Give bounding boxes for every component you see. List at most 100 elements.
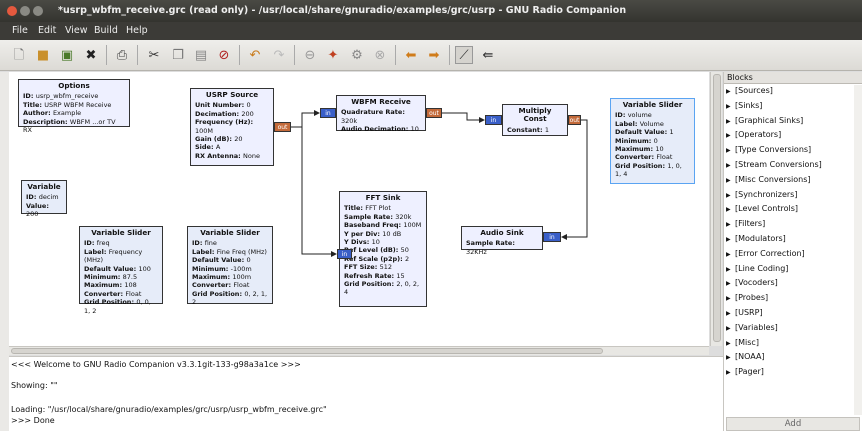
menu-help[interactable]: Help: [126, 25, 148, 36]
block-category-item[interactable]: ▶ [Variables]: [724, 321, 862, 336]
block-category-item[interactable]: ▶ [Stream Conversions]: [724, 158, 862, 173]
expand-arrow-icon[interactable]: ▶: [726, 174, 735, 189]
block-category-item[interactable]: ▶ [Operators]: [724, 128, 862, 143]
usrp-source-out-port[interactable]: out: [274, 122, 291, 132]
add-block-button[interactable]: Add: [726, 417, 860, 431]
expand-arrow-icon[interactable]: ▶: [726, 115, 735, 130]
expand-arrow-icon[interactable]: ▶: [726, 307, 735, 322]
delete-icon[interactable]: ⊘: [215, 46, 233, 64]
minimize-window-button[interactable]: [20, 6, 30, 16]
menu-file[interactable]: File: [12, 25, 28, 36]
expand-arrow-icon[interactable]: ▶: [726, 189, 735, 204]
menu-view[interactable]: View: [65, 25, 88, 36]
block-audio-sink[interactable]: Audio Sink Sample Rate: 32KHz: [461, 226, 543, 256]
expand-arrow-icon[interactable]: ▶: [726, 85, 735, 100]
multiply-in-port[interactable]: in: [485, 115, 502, 125]
block-category-item[interactable]: ▶ [Modulators]: [724, 232, 862, 247]
expand-arrow-icon[interactable]: ▶: [726, 351, 735, 366]
block-category-item[interactable]: ▶ [Graphical Sinks]: [724, 114, 862, 129]
rotate-left-icon[interactable]: ⬅: [402, 46, 420, 64]
flow-graph-canvas[interactable]: Options ID: usrp_wbfm_receive Title: USR…: [9, 72, 709, 346]
print-icon[interactable]: ⎙: [113, 46, 131, 64]
block-fft-sink[interactable]: FFT Sink Title: FFT Plot Sample Rate: 32…: [339, 191, 427, 307]
paste-icon[interactable]: ▤: [192, 46, 210, 64]
menu-edit[interactable]: Edit: [38, 25, 56, 36]
block-category-item[interactable]: ▶ [Type Conversions]: [724, 143, 862, 158]
block-category-label: [Level Controls]: [735, 204, 798, 214]
expand-arrow-icon[interactable]: ▶: [726, 292, 735, 307]
expand-arrow-icon[interactable]: ▶: [726, 263, 735, 278]
wbfm-in-port[interactable]: in: [320, 108, 336, 118]
block-category-item[interactable]: ▶ [USRP]: [724, 306, 862, 321]
close-window-button[interactable]: [7, 6, 17, 16]
new-file-icon[interactable]: 🗋: [10, 46, 28, 64]
cut-icon[interactable]: ✂: [145, 46, 163, 64]
canvas-vertical-scrollbar[interactable]: [710, 72, 722, 346]
block-category-item[interactable]: ▶ [Probes]: [724, 291, 862, 306]
close-x-icon[interactable]: ✖: [82, 46, 100, 64]
kill-icon[interactable]: ⊗: [371, 46, 389, 64]
block-variable-slider-freq[interactable]: Variable Slider ID: freq Label: Frequenc…: [79, 226, 163, 315]
block-prop: Description: WBFM ...or TV RX: [23, 117, 116, 135]
blocks-panel-scrollbar[interactable]: [854, 85, 862, 415]
block-category-label: [Synchronizers]: [735, 189, 798, 199]
expand-arrow-icon[interactable]: ▶: [726, 322, 735, 337]
expand-arrow-icon[interactable]: ▶: [726, 159, 735, 174]
open-folder-icon[interactable]: ■: [34, 46, 52, 64]
block-category-item[interactable]: ▶ [Misc Conversions]: [724, 173, 862, 188]
block-category-item[interactable]: ▶ [Misc]: [724, 336, 862, 351]
generate-icon[interactable]: ✦: [324, 46, 342, 64]
block-category-item[interactable]: ▶ [Sinks]: [724, 99, 862, 114]
block-options[interactable]: Options ID: usrp_wbfm_receive Title: USR…: [18, 79, 130, 134]
fft-in-port[interactable]: in: [337, 249, 352, 259]
copy-icon[interactable]: ❐: [169, 46, 187, 64]
block-category-item[interactable]: ▶ [Vocoders]: [724, 276, 862, 291]
block-multiply-const[interactable]: Multiply Const Constant: 1: [502, 104, 568, 136]
disable-icon[interactable]: ⊖: [301, 46, 319, 64]
block-category-item[interactable]: ▶ [NOAA]: [724, 350, 862, 365]
block-category-item[interactable]: ▶ [Level Controls]: [724, 202, 862, 217]
expand-arrow-icon[interactable]: ▶: [726, 337, 735, 352]
block-category-item[interactable]: ▶ [Line Coding]: [724, 262, 862, 277]
expand-arrow-icon[interactable]: ▶: [726, 233, 735, 248]
block-category-item[interactable]: ▶ [Filters]: [724, 217, 862, 232]
rotate-right-icon[interactable]: ➡: [425, 46, 443, 64]
block-title: Audio Sink: [480, 228, 524, 237]
block-title: Variable Slider: [622, 100, 683, 109]
expand-arrow-icon[interactable]: ▶: [726, 248, 735, 263]
wbfm-out-port[interactable]: out: [426, 108, 442, 118]
console-line: >>> Done: [11, 416, 55, 425]
canvas-horizontal-scrollbar[interactable]: [9, 346, 709, 355]
block-wbfm-receive[interactable]: WBFM Receive Quadrature Rate: 320k Audio…: [336, 95, 426, 133]
block-usrp-source[interactable]: USRP Source Unit Number: 0 Decimation: 2…: [190, 88, 274, 166]
expand-arrow-icon[interactable]: ▶: [726, 100, 735, 115]
menu-bar: File Edit View Build Help: [0, 22, 862, 40]
execute-icon[interactable]: ⚙: [348, 46, 366, 64]
block-category-item[interactable]: ▶ [Synchronizers]: [724, 188, 862, 203]
block-category-item[interactable]: ▶ [Pager]: [724, 365, 862, 380]
connection-usrp-to-wbfm: [291, 112, 314, 128]
expand-arrow-icon[interactable]: ▶: [726, 203, 735, 218]
expand-arrow-icon[interactable]: ▶: [726, 277, 735, 292]
maximize-window-button[interactable]: [33, 6, 43, 16]
expand-arrow-icon[interactable]: ▶: [726, 144, 735, 159]
audio-sink-in-port[interactable]: in: [543, 232, 561, 242]
expand-arrow-icon[interactable]: ▶: [726, 218, 735, 233]
block-category-item[interactable]: ▶ [Sources]: [724, 84, 862, 99]
block-title: Variable Slider: [91, 228, 151, 237]
menu-build[interactable]: Build: [94, 25, 118, 36]
block-category-item[interactable]: ▶ [Error Correction]: [724, 247, 862, 262]
undo-icon[interactable]: ↶: [246, 46, 264, 64]
console-log: <<< Welcome to GNU Radio Companion v3.3.…: [9, 356, 723, 431]
find-blocks-icon[interactable]: ⟋: [455, 46, 473, 64]
block-variable-slider-fine[interactable]: Variable Slider ID: fine Label: Fine Fre…: [187, 226, 273, 306]
block-variable-slider-volume[interactable]: Variable Slider ID: volume Label: Volume…: [610, 98, 695, 184]
multiply-out-port[interactable]: out: [568, 115, 581, 125]
console-line: Loading: "/usr/local/share/gnuradio/exam…: [11, 405, 327, 414]
save-icon[interactable]: ▣: [58, 46, 76, 64]
expand-arrow-icon[interactable]: ▶: [726, 366, 735, 381]
redo-icon[interactable]: ↷: [270, 46, 288, 64]
expand-arrow-icon[interactable]: ▶: [726, 129, 735, 144]
block-variable-decim[interactable]: Variable ID: decim Value: 200: [21, 180, 67, 218]
reload-icon[interactable]: ⇚: [479, 46, 497, 64]
